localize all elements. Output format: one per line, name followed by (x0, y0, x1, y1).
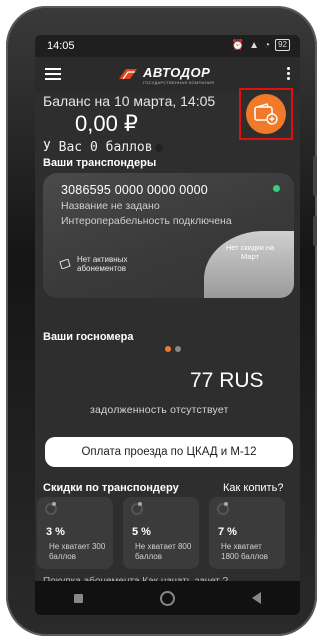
app-logo: АВТОДОР ГОСУДАРСТВЕННАЯ КОМПАНИЯ (117, 63, 227, 89)
points-label: У Вас 0 баллов (43, 140, 163, 155)
discount-card[interactable]: 7 % Не хватает 1800 баллов (209, 497, 285, 569)
discount-icon (45, 502, 57, 515)
more-icon[interactable] (287, 67, 290, 82)
subscriptions-status: Нет активных абонементов (59, 255, 147, 273)
volume-button (313, 156, 317, 196)
status-time: 14:05 (47, 40, 75, 52)
discount-card[interactable]: 5 % Не хватает 800 баллов (123, 497, 199, 569)
home-icon[interactable] (159, 590, 175, 606)
logo-name: АВТОДОР (143, 65, 211, 80)
wifi-icon: ◔ (264, 39, 271, 51)
plate-number: 77 RUS (190, 369, 264, 392)
pager-dots (165, 346, 181, 352)
transponder-number: 3086595 0000 0000 0000 (61, 183, 208, 197)
logo-icon (119, 69, 137, 80)
plates-title: Ваши госномера (43, 331, 134, 343)
back-icon[interactable] (252, 592, 262, 604)
top-up-button[interactable] (246, 94, 286, 134)
battery-icon: 92 (275, 39, 290, 51)
transponder-interop: Интероперабельность подключена (61, 215, 232, 227)
power-button (313, 216, 317, 246)
debt-status: задолженность отсутствует (90, 404, 229, 416)
discount-card[interactable]: 3 % Не хватает 300 баллов (37, 497, 113, 569)
logo-subtitle: ГОСУДАРСТВЕННАЯ КОМПАНИЯ (143, 80, 215, 85)
status-dot (273, 185, 280, 192)
alarm-icon: ⏰ (231, 39, 245, 51)
balance-amount: 0,00 ₽ (75, 111, 138, 136)
pay-toll-button[interactable]: Оплата проезда по ЦКАД и М-12 (45, 437, 293, 467)
recents-icon[interactable] (73, 593, 83, 603)
transponder-name: Название не задано (61, 200, 160, 212)
transponder-card[interactable]: 3086595 0000 0000 0000 Название не задан… (43, 173, 294, 298)
signal-icon: ▲ (249, 39, 260, 51)
transponders-title: Ваши транспондеры (43, 157, 157, 169)
how-to-save-link[interactable]: Как копить? (223, 482, 283, 494)
phone-frame: 14:05 ⏰ ▲ ◔ 92 АВТОДОР ГОСУДАРСТВЕННАЯ К… (6, 6, 317, 636)
discounts-title: Скидки по транспондеру (43, 482, 179, 494)
ticket-icon (59, 259, 71, 269)
system-nav-bar (35, 581, 300, 615)
discount-badge: Нет скидки на Март (204, 231, 294, 298)
screen: 14:05 ⏰ ▲ ◔ 92 АВТОДОР ГОСУДАРСТВЕННАЯ К… (35, 35, 300, 615)
balance-date: Баланс на 10 марта, 14:05 (43, 93, 216, 109)
status-icons: ⏰ ▲ ◔ 92 (232, 39, 290, 51)
top-up-highlight (239, 88, 293, 140)
pager-dot (175, 346, 181, 352)
status-bar: 14:05 ⏰ ▲ ◔ 92 (35, 35, 300, 57)
wallet-plus-icon (254, 103, 278, 125)
discount-icon (131, 502, 143, 515)
pager-dot-active (165, 346, 171, 352)
discount-icon (217, 502, 229, 515)
menu-icon[interactable] (45, 68, 61, 80)
